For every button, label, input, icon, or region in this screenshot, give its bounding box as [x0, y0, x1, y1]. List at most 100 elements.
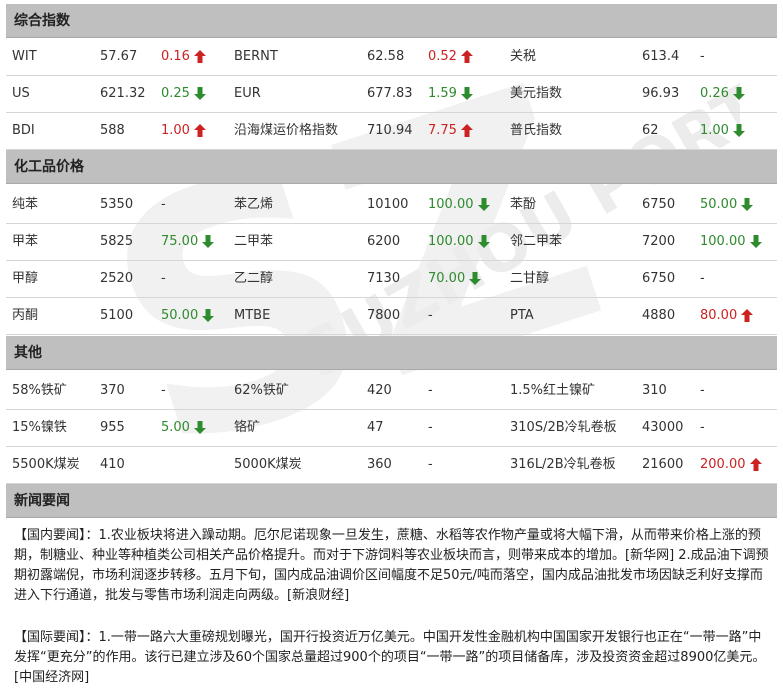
arrow-up-icon — [193, 124, 206, 137]
item-name: 铬矿 — [234, 420, 261, 435]
item-change-text: - — [700, 383, 705, 398]
item-name: 二甘醇 — [510, 271, 550, 286]
arrow-down-icon — [469, 272, 482, 285]
item-change-text: - — [700, 49, 705, 64]
table-row: 纯苯 5350 - 苯乙烯 10100 100.00 苯酚 6750 50.00 — [6, 187, 777, 224]
item-value: 47 — [367, 420, 384, 435]
item-change-text: 1.59 — [428, 86, 457, 101]
item-change-text: 100.00 — [428, 234, 474, 249]
item-change-text: 0.26 — [700, 86, 729, 101]
item-change-text: 0.16 — [161, 49, 190, 64]
news-domestic: 【国内要闻】：1.农业板块将进入躁动期。厄尔尼诺现象一旦发生，蔗糖、水稻等农作物… — [14, 528, 769, 603]
item-change: - — [428, 447, 433, 483]
arrow-down-icon — [460, 87, 473, 100]
arrow-down-icon — [749, 235, 762, 248]
item-name: 苯乙烯 — [234, 197, 274, 212]
item-name: 二甲苯 — [234, 234, 274, 249]
item-change-text: 70.00 — [428, 271, 466, 286]
item-change-text: - — [428, 383, 433, 398]
item-change: 70.00 — [428, 261, 482, 297]
table-row: 甲苯 5825 75.00 二甲苯 6200 100.00 邻二甲苯 7200 100.00 — [6, 224, 777, 261]
arrow-up-icon — [741, 309, 754, 322]
item-name: 1.5%红土镍矿 — [510, 383, 596, 398]
news-international: 【国际要闻】：1.一带一路六大重磅规划曝光，国开行投资近万亿美元。中国开发性金融… — [14, 630, 766, 685]
item-change: 50.00 — [161, 298, 215, 334]
item-value: 6200 — [367, 234, 401, 249]
item-value: 410 — [100, 457, 125, 472]
item-change: - — [700, 410, 705, 446]
item-name: 316L/2B冷轧卷板 — [510, 457, 616, 472]
item-change: 0.52 — [428, 39, 473, 75]
item-change: - — [428, 373, 433, 409]
arrow-down-icon — [193, 87, 206, 100]
section-title: 化工品价格 — [14, 159, 84, 175]
item-name: PTA — [510, 308, 534, 323]
arrow-up-icon — [460, 50, 473, 63]
item-change-text: - — [700, 420, 705, 435]
item-name: 5000K煤炭 — [234, 457, 302, 472]
item-change-text: 200.00 — [700, 457, 746, 472]
arrow-down-icon — [193, 421, 206, 434]
item-value: 677.83 — [367, 86, 413, 101]
item-change: 1.59 — [428, 76, 473, 112]
arrow-up-icon — [460, 124, 473, 137]
item-change-text: 100.00 — [700, 234, 746, 249]
table-row: 15%镍铁 955 5.00 铬矿 47 - 310S/2B冷轧卷板 43000 - — [6, 410, 777, 447]
item-value: 96.93 — [642, 86, 680, 101]
item-change-text: 50.00 — [161, 308, 199, 323]
section-title: 其他 — [14, 345, 42, 361]
arrow-down-icon — [732, 124, 745, 137]
item-value: 21600 — [642, 457, 684, 472]
item-change-text: - — [700, 271, 705, 286]
section-title: 新闻要闻 — [14, 493, 70, 509]
section-header-chemicals: 化工品价格 — [6, 150, 777, 184]
item-change-text: 7.75 — [428, 123, 457, 138]
item-change: 0.25 — [161, 76, 206, 112]
arrow-down-icon — [477, 198, 490, 211]
table-row: BDI 588 1.00 沿海煤运价格指数 710.94 7.75 普氏指数 62 1.00 — [6, 113, 777, 150]
item-change: 50.00 — [700, 187, 754, 223]
item-change: - — [700, 39, 705, 75]
item-change-text: 5.00 — [161, 420, 190, 435]
item-change: - — [428, 298, 433, 334]
item-name: 310S/2B冷轧卷板 — [510, 420, 617, 435]
item-change-text: 1.00 — [700, 123, 729, 138]
item-value: 4880 — [642, 308, 676, 323]
arrow-down-icon — [202, 309, 215, 322]
item-change: - — [428, 410, 433, 446]
item-change: 80.00 — [700, 298, 754, 334]
item-change: 75.00 — [161, 224, 215, 260]
section-title: 综合指数 — [14, 13, 70, 29]
section-header-composite: 综合指数 — [6, 4, 777, 38]
item-value: 420 — [367, 383, 392, 398]
item-value: 588 — [100, 123, 125, 138]
item-change-text: 100.00 — [428, 197, 474, 212]
item-change: 0.26 — [700, 76, 745, 112]
item-change: 1.00 — [700, 113, 745, 149]
item-value: 310 — [642, 383, 667, 398]
item-change: 100.00 — [428, 224, 490, 260]
item-value: 6750 — [642, 197, 676, 212]
item-name: 甲醇 — [12, 271, 39, 286]
item-value: 43000 — [642, 420, 684, 435]
item-value: 6750 — [642, 271, 676, 286]
item-change: 1.00 — [161, 113, 206, 149]
item-name: 丙酮 — [12, 308, 39, 323]
arrow-up-icon — [749, 458, 762, 471]
item-name: 5500K煤炭 — [12, 457, 80, 472]
item-change: - — [161, 261, 166, 297]
item-change-text: 0.25 — [161, 86, 190, 101]
item-change: 7.75 — [428, 113, 473, 149]
item-change: 100.00 — [428, 187, 490, 223]
item-value: 613.4 — [642, 49, 680, 64]
item-name: BDI — [12, 123, 35, 138]
item-name: 苯酚 — [510, 197, 537, 212]
item-name: 美元指数 — [510, 86, 563, 101]
item-name: 邻二甲苯 — [510, 234, 563, 249]
item-change-text: 50.00 — [700, 197, 738, 212]
item-value: 370 — [100, 383, 125, 398]
item-change-text: - — [161, 197, 166, 212]
item-value: 955 — [100, 420, 125, 435]
item-change: - — [700, 373, 705, 409]
item-change: 200.00 — [700, 447, 762, 483]
